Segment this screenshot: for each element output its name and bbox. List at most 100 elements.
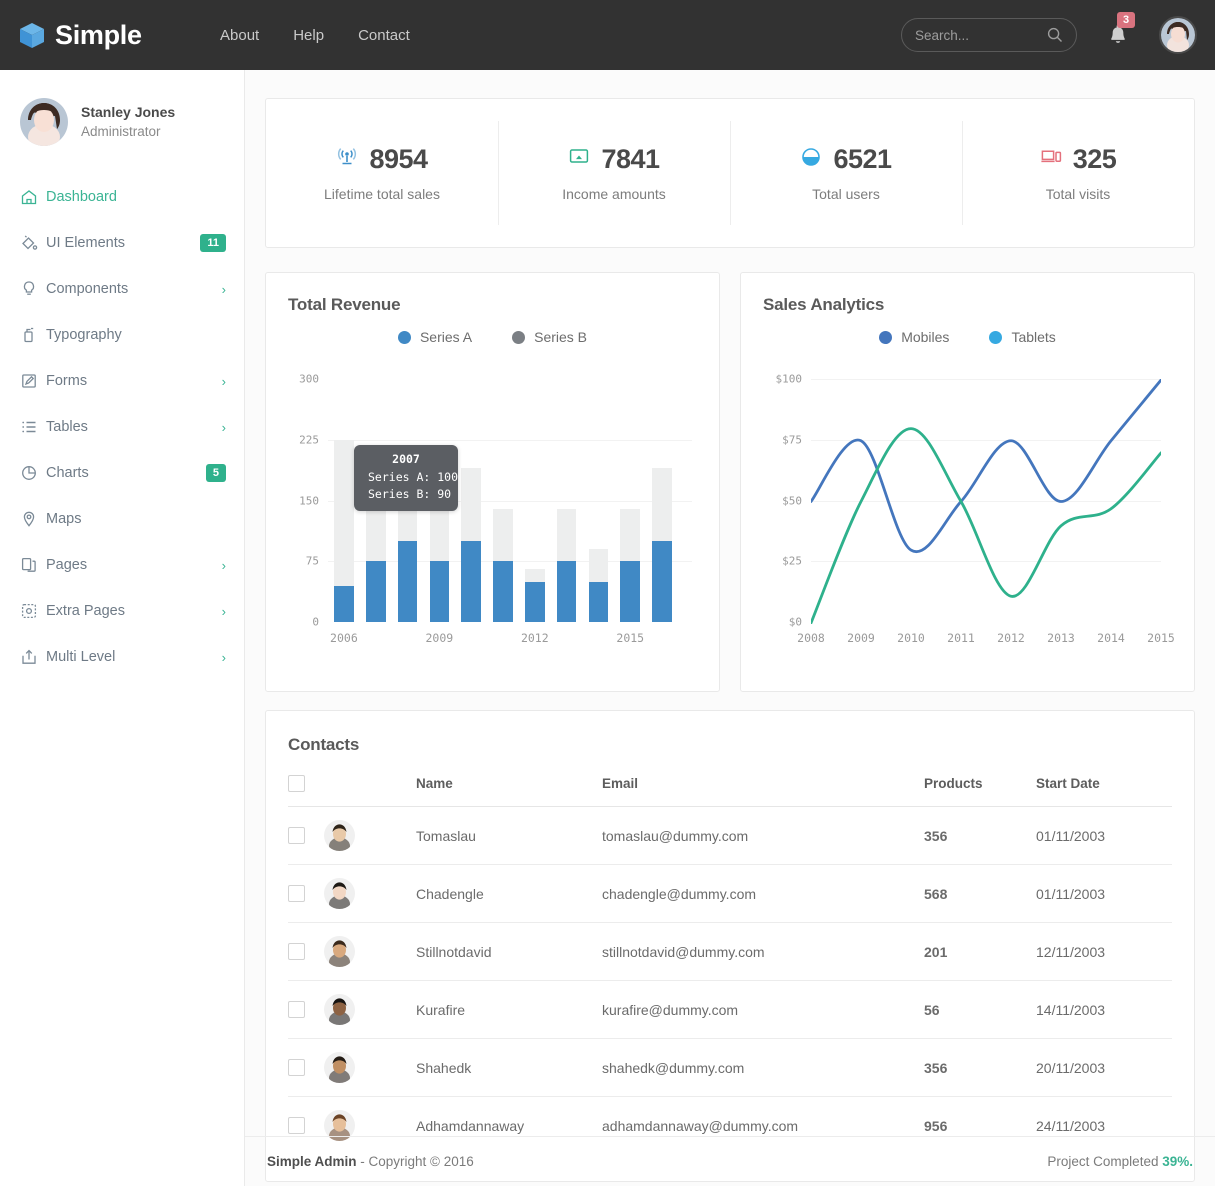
sidebar-item-maps[interactable]: Maps xyxy=(0,496,244,542)
avatar xyxy=(324,820,355,851)
sidebar-item-forms[interactable]: Forms › xyxy=(0,358,244,404)
line-plot: $0 $25 $50 $75 $100 2008 2009 2010 2011 2012 2013 2… xyxy=(741,361,1194,661)
contacts-table: Name Email Products Start Date Tomaslau t… xyxy=(288,769,1172,1154)
bar-chart-tooltip: 2007 Series A: 100 Series B: 90 xyxy=(354,445,458,512)
select-all-checkbox[interactable] xyxy=(288,775,305,792)
stat-card-total-visits: 325 Total visits xyxy=(962,99,1194,247)
x-axis-tick: 2013 xyxy=(1047,631,1075,645)
bar-group[interactable] xyxy=(334,379,354,622)
x-axis-tick: 2015 xyxy=(616,631,645,645)
cell-start-date: 12/11/2003 xyxy=(1036,922,1172,981)
row-checkbox[interactable] xyxy=(288,1001,305,1018)
x-axis-tick: 2008 xyxy=(797,631,825,645)
chart-title: Sales Analytics xyxy=(763,295,885,314)
cell-email: shahedk@dummy.com xyxy=(602,1038,924,1097)
bar-group[interactable] xyxy=(620,379,641,622)
search-icon[interactable] xyxy=(1047,27,1063,43)
col-email[interactable]: Email xyxy=(602,769,924,807)
nav-link-about[interactable]: About xyxy=(220,27,259,44)
stat-label: Total visits xyxy=(1045,186,1111,202)
row-avatar-cell xyxy=(324,864,416,923)
sidebar-item-components[interactable]: Components › xyxy=(0,266,244,312)
bar-group[interactable] xyxy=(652,379,672,622)
x-axis-tick: 2010 xyxy=(897,631,925,645)
bar-plot: 0 75 150 225 300 2006 2009 2012 2015 2007 Series… xyxy=(266,361,719,661)
chevron-right-icon: › xyxy=(221,649,226,665)
chevron-right-icon: › xyxy=(221,373,226,389)
row-select-cell xyxy=(288,980,324,1039)
col-products[interactable]: Products xyxy=(924,769,1036,807)
bar-group[interactable] xyxy=(493,379,513,622)
sidebar-item-typography[interactable]: Typography xyxy=(0,312,244,358)
cell-products: 56 xyxy=(924,980,1036,1039)
sidebar-item-label: Components xyxy=(46,281,129,297)
sidebar-item-charts[interactable]: Charts 5 xyxy=(0,450,244,496)
cell-name: Stillnotdavid xyxy=(416,922,602,981)
bar-group[interactable] xyxy=(556,379,577,622)
legend-item-series-a[interactable]: Series A xyxy=(397,329,472,345)
profile-role: Administrator xyxy=(81,124,161,140)
avatar[interactable] xyxy=(1159,16,1197,54)
cell-start-date: 14/11/2003 xyxy=(1036,980,1172,1039)
bar-group[interactable] xyxy=(524,379,545,622)
x-axis-tick: 2012 xyxy=(997,631,1025,645)
sidebar-item-multi-level[interactable]: Multi Level › xyxy=(0,634,244,680)
row-avatar-cell xyxy=(324,922,416,981)
legend-item-tablets[interactable]: Tablets xyxy=(989,329,1056,345)
nav-link-help[interactable]: Help xyxy=(293,27,324,44)
y-axis-tick: $50 xyxy=(782,494,802,507)
sidebar-item-label: Pages xyxy=(46,557,88,573)
x-axis-tick: 2012 xyxy=(520,631,549,645)
row-checkbox[interactable] xyxy=(288,827,305,844)
col-name[interactable]: Name xyxy=(416,769,602,807)
contacts-title: Contacts xyxy=(288,735,360,754)
col-start-date[interactable]: Start Date xyxy=(1036,769,1172,807)
y-axis-tick: 0 xyxy=(312,615,319,629)
sidebar-menu: Dashboard UI Elements 11 Components › Ty… xyxy=(0,174,244,680)
sidebar-item-tables[interactable]: Tables › xyxy=(0,404,244,450)
row-checkbox[interactable] xyxy=(288,885,305,902)
bar-group[interactable] xyxy=(588,379,609,622)
table-row[interactable]: Tomaslau tomaslau@dummy.com 356 01/11/2003 xyxy=(288,806,1172,865)
search-input[interactable] xyxy=(915,27,1045,43)
notification-badge: 3 xyxy=(1117,12,1136,29)
notifications-button[interactable]: 3 xyxy=(1107,12,1136,52)
table-row[interactable]: Chadengle chadengle@dummy.com 568 01/11/200… xyxy=(288,864,1172,923)
row-checkbox[interactable] xyxy=(288,943,305,960)
footer-copyright-text: - Copyright © 2016 xyxy=(356,1154,474,1169)
footer-progress-value: 39%. xyxy=(1162,1154,1193,1169)
legend-item-mobiles[interactable]: Mobiles xyxy=(879,329,949,345)
table-row[interactable]: Shahedk shahedk@dummy.com 356 20/11/2003 xyxy=(288,1038,1172,1097)
line-series-svg xyxy=(811,379,1161,624)
x-axis-tick: 2014 xyxy=(1097,631,1125,645)
cell-products: 201 xyxy=(924,922,1036,981)
sidebar-item-ui-elements[interactable]: UI Elements 11 xyxy=(0,220,244,266)
stat-card-income-amounts: 7841 Income amounts xyxy=(498,99,730,247)
sidebar-profile[interactable]: Stanley Jones Administrator xyxy=(0,70,244,152)
bar-group[interactable] xyxy=(461,379,482,622)
table-row[interactable]: Stillnotdavid stillnotdavid@dummy.com 201 1… xyxy=(288,922,1172,981)
pencil-icon xyxy=(20,372,46,390)
sidebar-item-dashboard[interactable]: Dashboard xyxy=(0,174,244,220)
legend-item-series-b[interactable]: Series B xyxy=(512,329,587,345)
footer: Simple Admin - Copyright © 2016 Project … xyxy=(245,1136,1215,1186)
row-checkbox[interactable] xyxy=(288,1059,305,1076)
table-row[interactable]: Kurafire kurafire@dummy.com 56 14/11/2003 xyxy=(288,980,1172,1039)
cell-email: tomaslau@dummy.com xyxy=(602,806,924,865)
bar-series-a xyxy=(397,541,418,622)
sidebar-badge: 5 xyxy=(205,463,226,483)
nav-link-contact[interactable]: Contact xyxy=(358,27,410,44)
sidebar-item-extra-pages[interactable]: Extra Pages › xyxy=(0,588,244,634)
broadcast-icon xyxy=(336,146,358,173)
avatar xyxy=(324,936,355,967)
search-box[interactable] xyxy=(901,18,1077,52)
brand-logo[interactable]: Simple xyxy=(18,20,200,51)
piechart-icon xyxy=(800,146,822,173)
sidebar-item-pages[interactable]: Pages › xyxy=(0,542,244,588)
sales-analytics-chart-card: Sales Analytics Mobiles Tablets $0 $25 $50… xyxy=(740,272,1195,692)
bar-series-a xyxy=(556,561,577,622)
sidebar: Stanley Jones Administrator Dashboard UI… xyxy=(0,70,245,1186)
row-checkbox[interactable] xyxy=(288,1117,305,1134)
y-axis-tick: $25 xyxy=(782,554,802,568)
cell-email: stillnotdavid@dummy.com xyxy=(602,922,924,981)
